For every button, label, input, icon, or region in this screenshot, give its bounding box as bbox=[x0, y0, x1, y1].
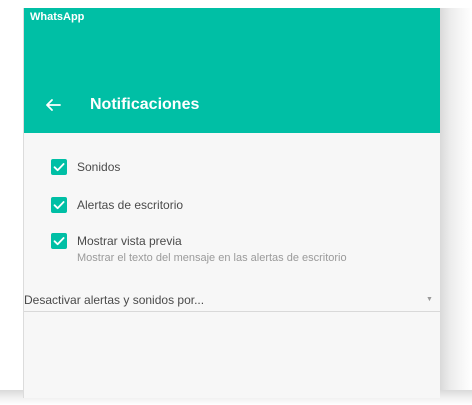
whatsapp-window: WhatsApp Notificaciones Sonidos Alertas … bbox=[23, 8, 440, 398]
alertas-label: Alertas de escritorio bbox=[77, 198, 184, 212]
window-titlebar: WhatsApp bbox=[24, 8, 440, 28]
app-title: WhatsApp bbox=[30, 11, 85, 23]
sonidos-checkbox[interactable] bbox=[51, 159, 67, 175]
check-icon bbox=[53, 237, 65, 246]
arrow-left-icon[interactable] bbox=[42, 94, 64, 116]
caret-down-icon: ▼ bbox=[426, 296, 433, 303]
mute-alerts-value: Desactivar alertas y sonidos por... bbox=[24, 293, 205, 307]
check-icon bbox=[53, 163, 65, 172]
sonidos-label: Sonidos bbox=[77, 160, 121, 174]
notifications-drawer: Notificaciones Sonidos Alertas de escrit… bbox=[24, 28, 440, 398]
option-alertas-escritorio[interactable]: Alertas de escritorio bbox=[51, 197, 411, 217]
vista-previa-label: Mostrar vista previa bbox=[77, 234, 182, 248]
mute-alerts-dropdown[interactable]: Desactivar alertas y sonidos por... ▼ bbox=[24, 283, 440, 312]
vista-previa-checkbox[interactable] bbox=[51, 233, 67, 249]
drawer-header: Notificaciones bbox=[24, 28, 440, 133]
option-vista-previa[interactable]: Mostrar vista previa Mostrar el texto de… bbox=[51, 233, 411, 269]
window-shadow-right bbox=[440, 8, 472, 405]
alertas-checkbox[interactable] bbox=[51, 197, 67, 213]
screenshot-frame: WhatsApp Notificaciones Sonidos Alertas … bbox=[0, 0, 472, 405]
option-sonidos[interactable]: Sonidos bbox=[51, 159, 411, 179]
check-icon bbox=[53, 201, 65, 210]
drawer-title: Notificaciones bbox=[90, 96, 200, 113]
dropdown-underline bbox=[24, 311, 440, 312]
vista-previa-description: Mostrar el texto del mensaje en las aler… bbox=[77, 252, 347, 264]
